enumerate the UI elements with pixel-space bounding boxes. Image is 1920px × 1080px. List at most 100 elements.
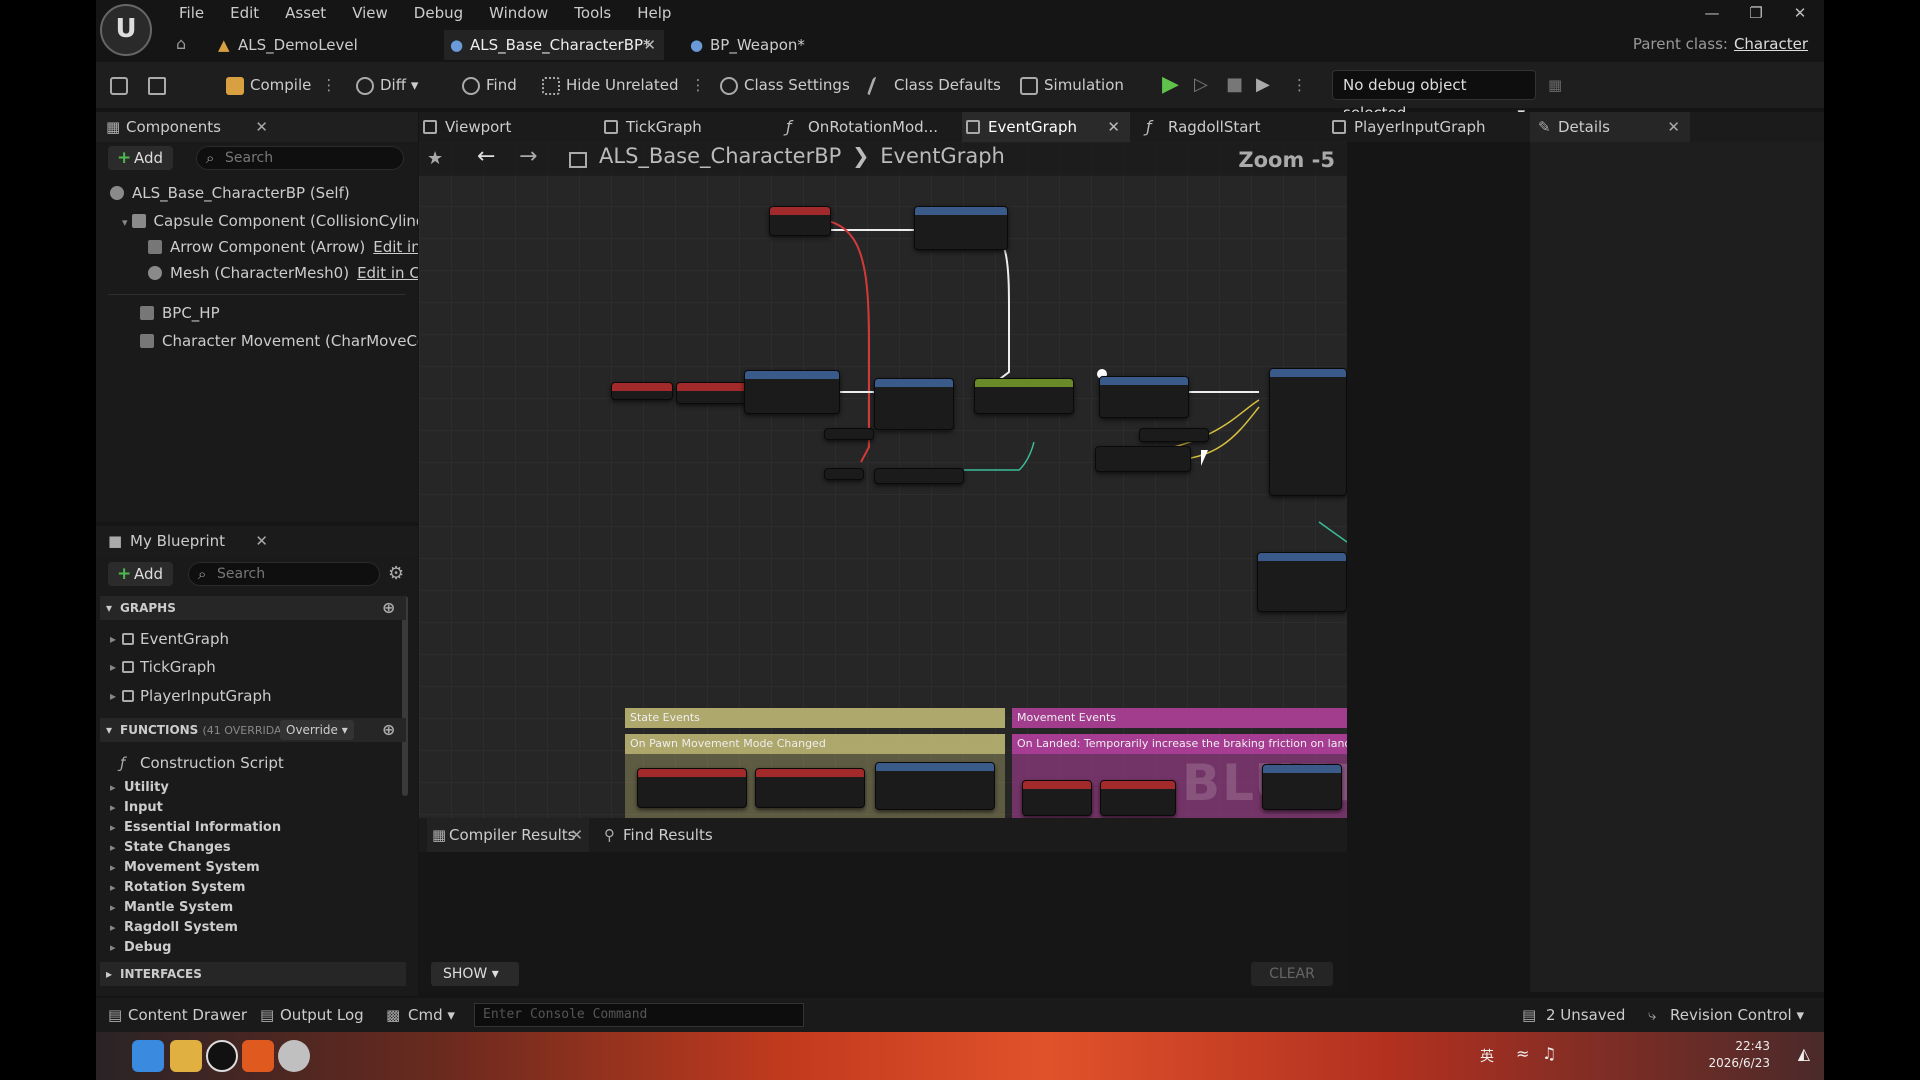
menu-window[interactable]: Window [476, 0, 561, 26]
gear-icon[interactable]: ⚙ [388, 563, 404, 584]
class-defaults-button[interactable]: Class Defaults [866, 62, 1001, 108]
tab-compiler-results[interactable]: ▦ Compiler Results ✕ [427, 818, 589, 852]
unsaved-button[interactable]: ▤ 2 Unsaved [1522, 998, 1625, 1032]
event-node[interactable] [637, 768, 747, 808]
event-node[interactable] [611, 382, 673, 400]
volume-icon[interactable]: ♫ [1542, 1044, 1556, 1063]
close-panel-icon[interactable]: ✕ [255, 526, 268, 556]
brave-browser-icon[interactable] [242, 1040, 274, 1072]
minimize-button[interactable]: — [1690, 0, 1734, 26]
chrome-icon[interactable] [278, 1040, 310, 1072]
tree-item-bpc-hp[interactable]: BPC_HP [140, 302, 410, 324]
add-component-button[interactable]: Add [108, 146, 174, 170]
step-button[interactable]: ▷ [1194, 62, 1208, 108]
tree-item-self[interactable]: ALS_Base_CharacterBP (Self) [110, 182, 410, 204]
event-node[interactable] [676, 382, 748, 404]
tab-eventgraph[interactable]: EventGraph ✕ [962, 112, 1130, 142]
category-rotation-system[interactable]: Rotation System [110, 878, 245, 898]
revision-control-button[interactable]: ⤷ Revision Control ▾ [1648, 998, 1804, 1032]
tab-weapon-bp[interactable]: ● BP_Weapon* [684, 30, 805, 60]
components-search-input[interactable]: Search [196, 146, 404, 170]
category-mantle-system[interactable]: Mantle System [110, 898, 233, 918]
tab-demo-level[interactable]: ▲ ALS_DemoLevel [212, 30, 358, 60]
event-graph-canvas[interactable]: ★ ← → ALS_Base_CharacterBP ❯ EventGraph … [419, 142, 1347, 818]
compile-button[interactable]: Compile ⋮ [226, 62, 336, 108]
close-tab-icon[interactable]: ✕ [643, 30, 656, 60]
output-log-button[interactable]: ▤ Output Log [260, 998, 364, 1032]
function-node[interactable] [914, 206, 1008, 250]
tree-item-mesh[interactable]: Mesh (CharacterMesh0)Edit in C++ [148, 262, 418, 284]
add-member-button[interactable]: Add [108, 562, 174, 586]
parent-class-link[interactable]: Character [1734, 35, 1808, 53]
console-input[interactable]: Enter Console Command [474, 1003, 804, 1027]
menu-file[interactable]: File [166, 0, 217, 26]
interfaces-section[interactable]: INTERFACES [100, 962, 406, 986]
comment-box-state-events[interactable]: State Events [625, 708, 1005, 728]
menu-tools[interactable]: Tools [561, 0, 624, 26]
tree-item-movement[interactable]: Character Movement (CharMoveComp) [140, 330, 418, 352]
menu-help[interactable]: Help [624, 0, 684, 26]
diff-button[interactable]: Diff ▾ [356, 62, 418, 108]
clear-button[interactable]: CLEAR [1251, 962, 1333, 986]
menu-edit[interactable]: Edit [217, 0, 272, 26]
notification-icon[interactable]: ◭ [1798, 1044, 1810, 1063]
debug-filter-icon[interactable]: ▦ [1548, 62, 1562, 108]
function-node[interactable] [744, 370, 840, 414]
eject-button[interactable]: ▶ [1256, 62, 1270, 108]
restore-button[interactable]: ❐ [1734, 0, 1778, 26]
tree-item-capsule[interactable]: ▾ Capsule Component (CollisionCylinder) [122, 210, 418, 232]
menu-view[interactable]: View [339, 0, 401, 26]
category-debug[interactable]: Debug [110, 938, 171, 958]
event-node[interactable] [1022, 780, 1092, 816]
function-node[interactable] [875, 762, 995, 810]
file-explorer-icon[interactable] [170, 1040, 202, 1072]
event-node[interactable] [769, 206, 831, 236]
function-node[interactable] [974, 378, 1074, 414]
tab-character-bp[interactable]: ● ALS_Base_CharacterBP* ✕ [444, 30, 664, 60]
delay-node[interactable] [1099, 376, 1189, 418]
function-node[interactable] [755, 768, 865, 808]
close-panel-icon[interactable]: ✕ [255, 112, 268, 142]
class-settings-button[interactable]: Class Settings [720, 62, 850, 108]
category-input[interactable]: Input [110, 798, 163, 818]
close-panel-icon[interactable]: ✕ [1667, 112, 1680, 142]
override-dropdown[interactable]: Override ▾ [280, 720, 354, 740]
make-struct-node[interactable] [1257, 552, 1347, 612]
function-node[interactable] [1100, 780, 1176, 816]
graph-item-eventgraph[interactable]: EventGraph [110, 628, 229, 650]
comment-box-on-landed[interactable]: On Landed: Temporarily increase the brak… [1012, 734, 1347, 818]
tab-ragdollstart[interactable]: ƒ RagdollStart [1142, 112, 1260, 142]
tab-onrotationmode[interactable]: ƒ OnRotationMod... [782, 112, 938, 142]
tab-find-results[interactable]: ⚲ Find Results [601, 818, 713, 852]
menu-debug[interactable]: Debug [401, 0, 476, 26]
wifi-icon[interactable]: ≈ [1516, 1044, 1529, 1063]
find-button[interactable]: Find [462, 62, 517, 108]
close-tab-icon[interactable]: ✕ [1107, 112, 1120, 142]
save-icon[interactable] [110, 62, 134, 108]
category-ragdoll-system[interactable]: Ragdoll System [110, 918, 238, 938]
my-blueprint-search-input[interactable]: Search [188, 562, 380, 586]
tab-tickgraph[interactable]: TickGraph [600, 112, 702, 142]
graph-item-playerinputgraph[interactable]: PlayerInputGraph [110, 685, 272, 707]
stop-button[interactable]: ■ [1226, 62, 1243, 108]
hide-unrelated-button[interactable]: Hide Unrelated ⋮ [542, 62, 706, 108]
system-clock[interactable]: 22:43 2026/6/23 [1708, 1038, 1770, 1072]
cmd-dropdown[interactable]: ▩ Cmd ▾ [386, 998, 455, 1032]
category-utility[interactable]: Utility [110, 778, 169, 798]
close-tab-icon[interactable]: ✕ [570, 818, 583, 852]
construction-script-item[interactable]: ƒ Construction Script [120, 752, 284, 774]
browse-icon[interactable] [148, 62, 172, 108]
graph-item-tickgraph[interactable]: TickGraph [110, 656, 216, 678]
branch-node[interactable] [1262, 764, 1342, 810]
functions-section[interactable]: FUNCTIONS (41 OVERRIDABLE) Override ▾ ⊕ [100, 718, 406, 742]
home-icon[interactable]: ⌂ [176, 34, 186, 53]
ime-indicator[interactable]: 英 [1480, 1046, 1494, 1066]
widgets-icon[interactable] [132, 1040, 164, 1072]
tab-playerinputgraph[interactable]: PlayerInputGraph [1328, 112, 1486, 142]
scrollbar[interactable] [402, 596, 408, 796]
function-node[interactable] [874, 468, 964, 484]
graphs-section[interactable]: GRAPHS ⊕ [100, 596, 406, 620]
vector-node[interactable] [1095, 446, 1191, 472]
variable-node[interactable] [824, 468, 864, 480]
content-drawer-button[interactable]: ▤ Content Drawer [108, 998, 247, 1032]
